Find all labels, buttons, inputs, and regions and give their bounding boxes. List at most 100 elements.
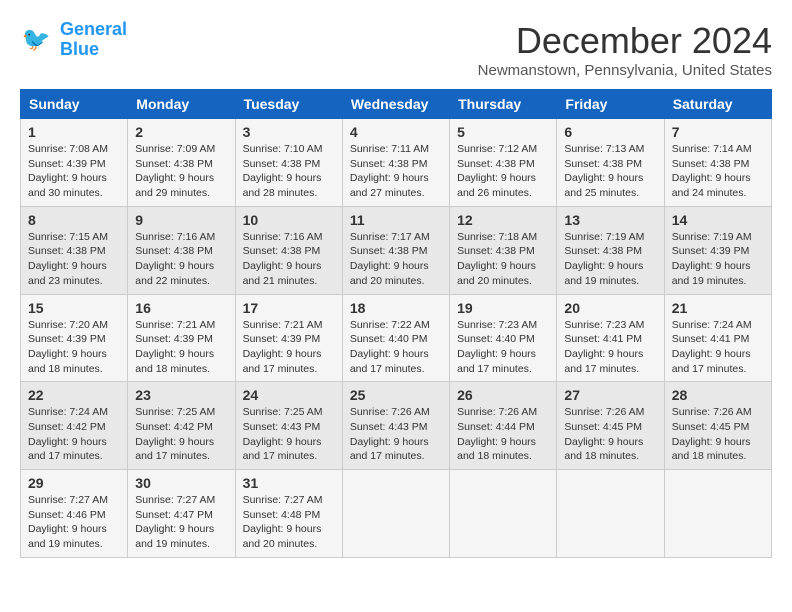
logo-line1: General: [60, 19, 127, 39]
day-info: Sunrise: 7:26 AM Sunset: 4:45 PM Dayligh…: [672, 405, 764, 464]
calendar-cell: 29 Sunrise: 7:27 AM Sunset: 4:46 PM Dayl…: [21, 470, 128, 558]
logo: 🐦 General Blue: [20, 20, 127, 60]
day-info: Sunrise: 7:15 AM Sunset: 4:38 PM Dayligh…: [28, 230, 120, 289]
day-number: 21: [672, 300, 764, 316]
day-header-tuesday: Tuesday: [235, 90, 342, 119]
calendar-cell: 19 Sunrise: 7:23 AM Sunset: 4:40 PM Dayl…: [450, 294, 557, 382]
day-info: Sunrise: 7:24 AM Sunset: 4:41 PM Dayligh…: [672, 318, 764, 377]
day-number: 14: [672, 212, 764, 228]
day-info: Sunrise: 7:25 AM Sunset: 4:43 PM Dayligh…: [243, 405, 335, 464]
day-info: Sunrise: 7:26 AM Sunset: 4:44 PM Dayligh…: [457, 405, 549, 464]
calendar-cell: 9 Sunrise: 7:16 AM Sunset: 4:38 PM Dayli…: [128, 206, 235, 294]
calendar-cell: 22 Sunrise: 7:24 AM Sunset: 4:42 PM Dayl…: [21, 382, 128, 470]
day-number: 11: [350, 212, 442, 228]
calendar-cell: 28 Sunrise: 7:26 AM Sunset: 4:45 PM Dayl…: [664, 382, 771, 470]
day-info: Sunrise: 7:16 AM Sunset: 4:38 PM Dayligh…: [243, 230, 335, 289]
calendar-cell: 30 Sunrise: 7:27 AM Sunset: 4:47 PM Dayl…: [128, 470, 235, 558]
calendar-cell: 11 Sunrise: 7:17 AM Sunset: 4:38 PM Dayl…: [342, 206, 449, 294]
calendar-table: SundayMondayTuesdayWednesdayThursdayFrid…: [20, 89, 772, 558]
day-number: 18: [350, 300, 442, 316]
day-number: 27: [564, 387, 656, 403]
month-title: December 2024: [478, 20, 772, 62]
calendar-cell: 15 Sunrise: 7:20 AM Sunset: 4:39 PM Dayl…: [21, 294, 128, 382]
day-header-wednesday: Wednesday: [342, 90, 449, 119]
day-info: Sunrise: 7:11 AM Sunset: 4:38 PM Dayligh…: [350, 142, 442, 201]
day-info: Sunrise: 7:21 AM Sunset: 4:39 PM Dayligh…: [243, 318, 335, 377]
calendar-cell: 6 Sunrise: 7:13 AM Sunset: 4:38 PM Dayli…: [557, 119, 664, 207]
day-info: Sunrise: 7:20 AM Sunset: 4:39 PM Dayligh…: [28, 318, 120, 377]
calendar-cell: 7 Sunrise: 7:14 AM Sunset: 4:38 PM Dayli…: [664, 119, 771, 207]
week-row-2: 8 Sunrise: 7:15 AM Sunset: 4:38 PM Dayli…: [21, 206, 772, 294]
day-number: 31: [243, 475, 335, 491]
page-header: 🐦 General Blue December 2024 Newmanstown…: [20, 20, 772, 79]
day-header-friday: Friday: [557, 90, 664, 119]
day-number: 8: [28, 212, 120, 228]
day-info: Sunrise: 7:09 AM Sunset: 4:38 PM Dayligh…: [135, 142, 227, 201]
logo-text: General Blue: [60, 20, 127, 60]
day-number: 20: [564, 300, 656, 316]
day-number: 4: [350, 124, 442, 140]
day-info: Sunrise: 7:23 AM Sunset: 4:40 PM Dayligh…: [457, 318, 549, 377]
day-number: 3: [243, 124, 335, 140]
day-header-monday: Monday: [128, 90, 235, 119]
day-number: 10: [243, 212, 335, 228]
calendar-cell: 4 Sunrise: 7:11 AM Sunset: 4:38 PM Dayli…: [342, 119, 449, 207]
calendar-cell: 25 Sunrise: 7:26 AM Sunset: 4:43 PM Dayl…: [342, 382, 449, 470]
week-row-5: 29 Sunrise: 7:27 AM Sunset: 4:46 PM Dayl…: [21, 470, 772, 558]
calendar-cell: 16 Sunrise: 7:21 AM Sunset: 4:39 PM Dayl…: [128, 294, 235, 382]
logo-icon: 🐦: [20, 22, 56, 58]
day-number: 1: [28, 124, 120, 140]
calendar-cell: 26 Sunrise: 7:26 AM Sunset: 4:44 PM Dayl…: [450, 382, 557, 470]
calendar-cell: 31 Sunrise: 7:27 AM Sunset: 4:48 PM Dayl…: [235, 470, 342, 558]
calendar-cell: 24 Sunrise: 7:25 AM Sunset: 4:43 PM Dayl…: [235, 382, 342, 470]
logo-line2: Blue: [60, 40, 127, 60]
day-info: Sunrise: 7:24 AM Sunset: 4:42 PM Dayligh…: [28, 405, 120, 464]
location-subtitle: Newmanstown, Pennsylvania, United States: [478, 62, 772, 79]
calendar-cell: 17 Sunrise: 7:21 AM Sunset: 4:39 PM Dayl…: [235, 294, 342, 382]
week-row-1: 1 Sunrise: 7:08 AM Sunset: 4:39 PM Dayli…: [21, 119, 772, 207]
day-info: Sunrise: 7:27 AM Sunset: 4:47 PM Dayligh…: [135, 493, 227, 552]
day-number: 5: [457, 124, 549, 140]
calendar-cell: [450, 470, 557, 558]
day-number: 22: [28, 387, 120, 403]
day-header-thursday: Thursday: [450, 90, 557, 119]
title-block: December 2024 Newmanstown, Pennsylvania,…: [478, 20, 772, 79]
day-number: 30: [135, 475, 227, 491]
calendar-cell: [557, 470, 664, 558]
week-row-3: 15 Sunrise: 7:20 AM Sunset: 4:39 PM Dayl…: [21, 294, 772, 382]
day-info: Sunrise: 7:08 AM Sunset: 4:39 PM Dayligh…: [28, 142, 120, 201]
week-row-4: 22 Sunrise: 7:24 AM Sunset: 4:42 PM Dayl…: [21, 382, 772, 470]
day-info: Sunrise: 7:13 AM Sunset: 4:38 PM Dayligh…: [564, 142, 656, 201]
day-info: Sunrise: 7:19 AM Sunset: 4:39 PM Dayligh…: [672, 230, 764, 289]
day-number: 6: [564, 124, 656, 140]
day-info: Sunrise: 7:19 AM Sunset: 4:38 PM Dayligh…: [564, 230, 656, 289]
calendar-cell: 23 Sunrise: 7:25 AM Sunset: 4:42 PM Dayl…: [128, 382, 235, 470]
day-info: Sunrise: 7:26 AM Sunset: 4:45 PM Dayligh…: [564, 405, 656, 464]
calendar-cell: 18 Sunrise: 7:22 AM Sunset: 4:40 PM Dayl…: [342, 294, 449, 382]
day-number: 19: [457, 300, 549, 316]
day-number: 29: [28, 475, 120, 491]
svg-text:🐦: 🐦: [22, 26, 51, 52]
day-number: 13: [564, 212, 656, 228]
calendar-cell: 21 Sunrise: 7:24 AM Sunset: 4:41 PM Dayl…: [664, 294, 771, 382]
day-header-saturday: Saturday: [664, 90, 771, 119]
calendar-cell: [664, 470, 771, 558]
day-info: Sunrise: 7:17 AM Sunset: 4:38 PM Dayligh…: [350, 230, 442, 289]
day-number: 25: [350, 387, 442, 403]
day-number: 15: [28, 300, 120, 316]
day-number: 28: [672, 387, 764, 403]
day-number: 16: [135, 300, 227, 316]
day-number: 17: [243, 300, 335, 316]
calendar-cell: 13 Sunrise: 7:19 AM Sunset: 4:38 PM Dayl…: [557, 206, 664, 294]
day-info: Sunrise: 7:22 AM Sunset: 4:40 PM Dayligh…: [350, 318, 442, 377]
day-number: 2: [135, 124, 227, 140]
day-info: Sunrise: 7:21 AM Sunset: 4:39 PM Dayligh…: [135, 318, 227, 377]
calendar-cell: [342, 470, 449, 558]
calendar-cell: 2 Sunrise: 7:09 AM Sunset: 4:38 PM Dayli…: [128, 119, 235, 207]
calendar-cell: 14 Sunrise: 7:19 AM Sunset: 4:39 PM Dayl…: [664, 206, 771, 294]
calendar-header: SundayMondayTuesdayWednesdayThursdayFrid…: [21, 90, 772, 119]
day-number: 24: [243, 387, 335, 403]
day-number: 9: [135, 212, 227, 228]
calendar-cell: 20 Sunrise: 7:23 AM Sunset: 4:41 PM Dayl…: [557, 294, 664, 382]
day-info: Sunrise: 7:16 AM Sunset: 4:38 PM Dayligh…: [135, 230, 227, 289]
